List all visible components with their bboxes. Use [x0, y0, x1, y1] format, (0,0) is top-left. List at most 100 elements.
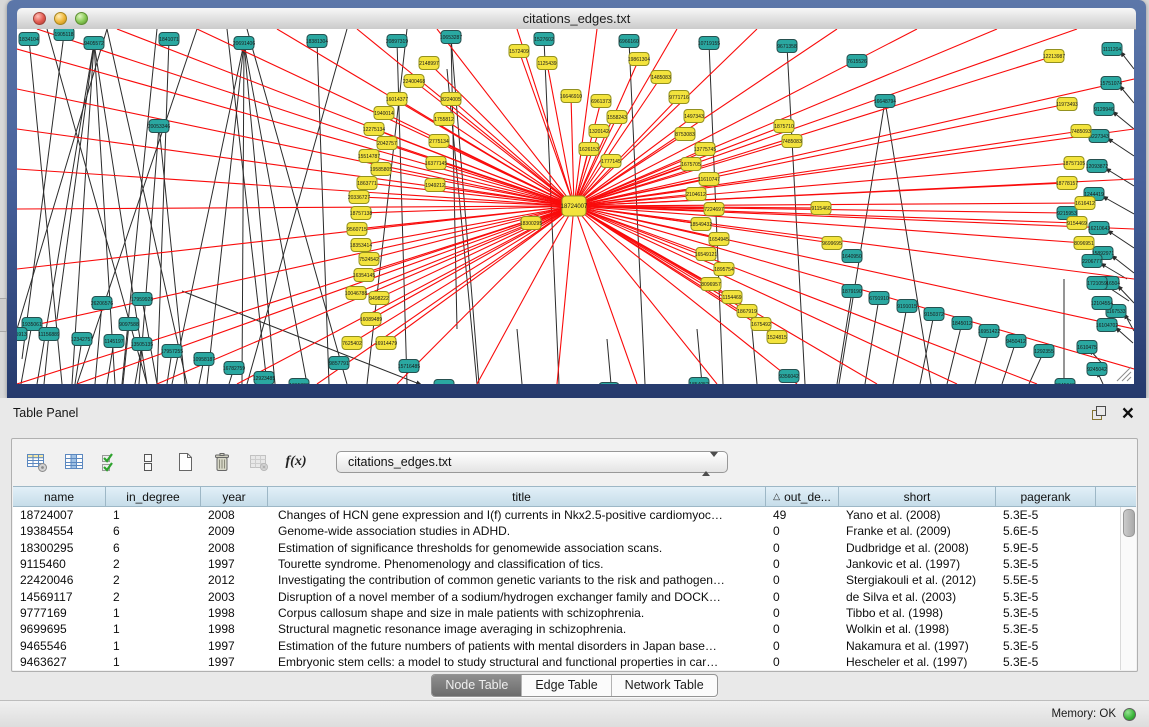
column-header-name[interactable]: name [13, 487, 106, 506]
table-cell[interactable]: Wolkin et al. (1998) [839, 622, 996, 636]
table-cell[interactable]: 6 [106, 524, 201, 538]
table-cell[interactable]: 5.3E-5 [996, 508, 1096, 522]
table-cell[interactable]: 0 [766, 655, 839, 669]
column-header-in-degree[interactable]: in_degree [106, 487, 201, 506]
table-cell[interactable]: Nakamura et al. (1997) [839, 639, 996, 653]
table-cell[interactable]: 14569117 [13, 590, 106, 604]
table-cell[interactable]: 0 [766, 541, 839, 555]
table-cell[interactable]: 19384554 [13, 524, 106, 538]
table-cell[interactable]: 9777169 [13, 606, 106, 620]
show-columns-icon[interactable] [61, 449, 87, 475]
table-cell[interactable]: 2008 [201, 508, 268, 522]
table-cell[interactable]: 5.3E-5 [996, 655, 1096, 669]
table-cell[interactable]: 1998 [201, 622, 268, 636]
table-row[interactable]: 946554611997Estimation of the future num… [13, 637, 1120, 653]
table-cell[interactable]: 0 [766, 557, 839, 571]
table-cell[interactable]: Yano et al. (2008) [839, 508, 996, 522]
table-row[interactable]: 1456911722003Disruption of a novel membe… [13, 588, 1120, 604]
table-cell[interactable]: 1998 [201, 606, 268, 620]
table-cell[interactable]: 2 [106, 573, 201, 587]
column-header-year[interactable]: year [201, 487, 268, 506]
import-table-icon[interactable] [246, 449, 272, 475]
table-cell[interactable]: 1 [106, 606, 201, 620]
network-window-titlebar[interactable]: citations_edges.txt [17, 8, 1136, 30]
column-header-title[interactable]: title [268, 487, 766, 506]
table-row[interactable]: 1938455462009Genome-wide association stu… [13, 523, 1120, 539]
table-cell[interactable]: Jankovic et al. (1997) [839, 557, 996, 571]
scrollbar-thumb[interactable] [1123, 509, 1135, 537]
table-cell[interactable]: 1 [106, 622, 201, 636]
table-cell[interactable]: 22420046 [13, 573, 106, 587]
zoom-window-button[interactable] [75, 12, 88, 25]
column-header-pagerank[interactable]: pagerank [996, 487, 1096, 506]
table-scrollbar[interactable] [1120, 507, 1136, 670]
float-panel-icon[interactable] [1092, 406, 1107, 421]
table-selector-dropdown[interactable]: citations_edges.txt [336, 451, 728, 473]
table-cell[interactable]: de Silva et al. (2003) [839, 590, 996, 604]
table-cell[interactable]: 5.9E-5 [996, 541, 1096, 555]
table-cell[interactable]: 1 [106, 508, 201, 522]
table-cell[interactable]: 9115460 [13, 557, 106, 571]
table-cell[interactable]: 2 [106, 557, 201, 571]
table-cell[interactable]: 2003 [201, 590, 268, 604]
table-row[interactable]: 1872400712008Changes of HCN gene express… [13, 507, 1120, 523]
tab-network-table[interactable]: Network Table [611, 675, 717, 696]
table-cell[interactable]: 2008 [201, 541, 268, 555]
table-row[interactable]: 977716911998Corpus callosum shape and si… [13, 605, 1120, 621]
table-cell[interactable]: 0 [766, 622, 839, 636]
table-cell[interactable]: 9699695 [13, 622, 106, 636]
close-panel-icon[interactable]: × [1122, 406, 1134, 421]
new-column-icon[interactable] [172, 449, 198, 475]
table-cell[interactable]: 5.3E-5 [996, 590, 1096, 604]
resize-grip-icon[interactable] [1117, 367, 1131, 381]
function-builder-icon[interactable]: f(x) [283, 449, 309, 475]
table-cell[interactable]: Structural magnetic resonance image aver… [268, 622, 766, 636]
column-header-short[interactable]: short [839, 487, 996, 506]
table-cell[interactable]: 1 [106, 655, 201, 669]
table-cell[interactable]: 0 [766, 590, 839, 604]
table-cell[interactable]: 5.3E-5 [996, 606, 1096, 620]
table-cell[interactable]: Estimation of the future numbers of pati… [268, 639, 766, 653]
table-cell[interactable]: 0 [766, 639, 839, 653]
table-cell[interactable]: Corpus callosum shape and size in male p… [268, 606, 766, 620]
network-canvas[interactable]: 1834104190511894055721841071206914061838… [17, 29, 1134, 384]
table-cell[interactable]: 5.3E-5 [996, 557, 1096, 571]
table-mode-icon[interactable] [24, 449, 50, 475]
table-cell[interactable]: 1997 [201, 639, 268, 653]
table-cell[interactable]: 0 [766, 524, 839, 538]
table-cell[interactable]: 5.3E-5 [996, 639, 1096, 653]
collapsed-panel-handle[interactable] [0, 298, 7, 332]
table-cell[interactable]: 1997 [201, 557, 268, 571]
table-cell[interactable]: 2012 [201, 573, 268, 587]
table-cell[interactable]: Stergiakouli et al. (2012) [839, 573, 996, 587]
table-cell[interactable]: Hescheler et al. (1997) [839, 655, 996, 669]
table-cell[interactable]: Disruption of a novel member of a sodium… [268, 590, 766, 604]
delete-column-icon[interactable] [209, 449, 235, 475]
table-cell[interactable]: 49 [766, 508, 839, 522]
table-cell[interactable]: 2 [106, 590, 201, 604]
table-cell[interactable]: 1 [106, 639, 201, 653]
table-cell[interactable]: Estimation of significance thresholds fo… [268, 541, 766, 555]
table-cell[interactable]: 5.6E-5 [996, 524, 1096, 538]
table-cell[interactable]: 2009 [201, 524, 268, 538]
table-cell[interactable]: 9465546 [13, 639, 106, 653]
table-cell[interactable]: Dudbridge et al. (2008) [839, 541, 996, 555]
citation-network-graph[interactable]: 1834104190511894055721841071206914061838… [17, 29, 1134, 384]
table-cell[interactable]: 9463627 [13, 655, 106, 669]
table-row[interactable]: 2242004622012Investigating the contribut… [13, 572, 1120, 588]
table-cell[interactable]: Investigating the contribution of common… [268, 573, 766, 587]
table-cell[interactable]: 0 [766, 573, 839, 587]
column-header-out-de-[interactable]: △out_de... [766, 487, 839, 506]
table-cell[interactable]: 18724007 [13, 508, 106, 522]
select-all-icon[interactable] [98, 449, 124, 475]
table-cell[interactable]: 0 [766, 606, 839, 620]
table-row[interactable]: 1830029562008Estimation of significance … [13, 540, 1120, 556]
table-cell[interactable]: Franke et al. (2009) [839, 524, 996, 538]
table-cell[interactable]: 1997 [201, 655, 268, 669]
table-cell[interactable]: 6 [106, 541, 201, 555]
table-row[interactable]: 946362711997Embryonic stem cells: a mode… [13, 654, 1120, 670]
minimize-window-button[interactable] [54, 12, 67, 25]
table-cell[interactable]: 18300295 [13, 541, 106, 555]
tab-node-table[interactable]: Node Table [432, 675, 521, 696]
tab-edge-table[interactable]: Edge Table [521, 675, 610, 696]
